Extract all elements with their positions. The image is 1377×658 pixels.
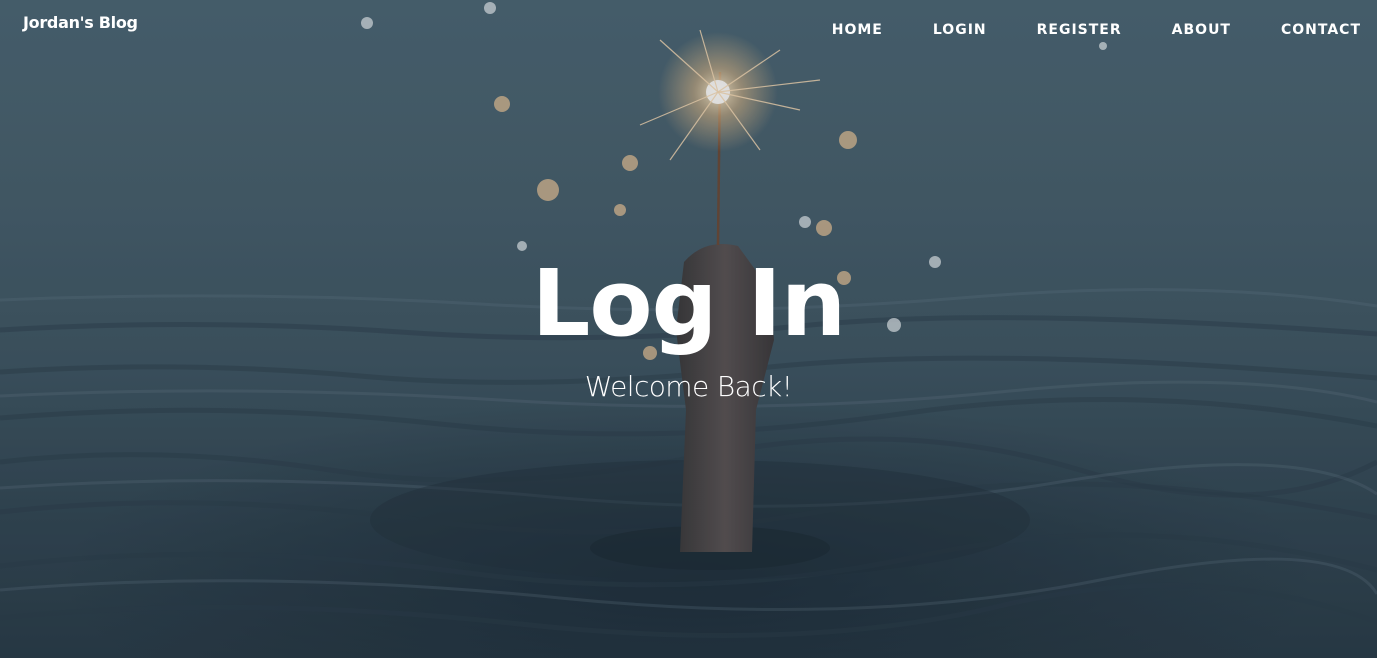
page-title: Log In [531,250,846,357]
brand-link[interactable]: Jordan's Blog [23,13,138,32]
nav-item-register[interactable]: REGISTER [1037,22,1122,38]
header-background: Jordan's Blog HOME LOGIN REGISTER ABOUT … [0,0,1377,658]
page-heading: Log In Welcome Back! [0,244,1377,404]
main-navigation: Jordan's Blog HOME LOGIN REGISTER ABOUT … [0,0,1377,62]
nav-item-login[interactable]: LOGIN [933,22,987,38]
page-subtitle: Welcome Back! [584,370,793,403]
nav-item-about[interactable]: ABOUT [1172,22,1231,38]
nav-item-home[interactable]: HOME [832,22,883,38]
nav-item-contact[interactable]: CONTACT [1281,22,1361,38]
nav-menu: HOME LOGIN REGISTER ABOUT CONTACT [832,22,1361,38]
